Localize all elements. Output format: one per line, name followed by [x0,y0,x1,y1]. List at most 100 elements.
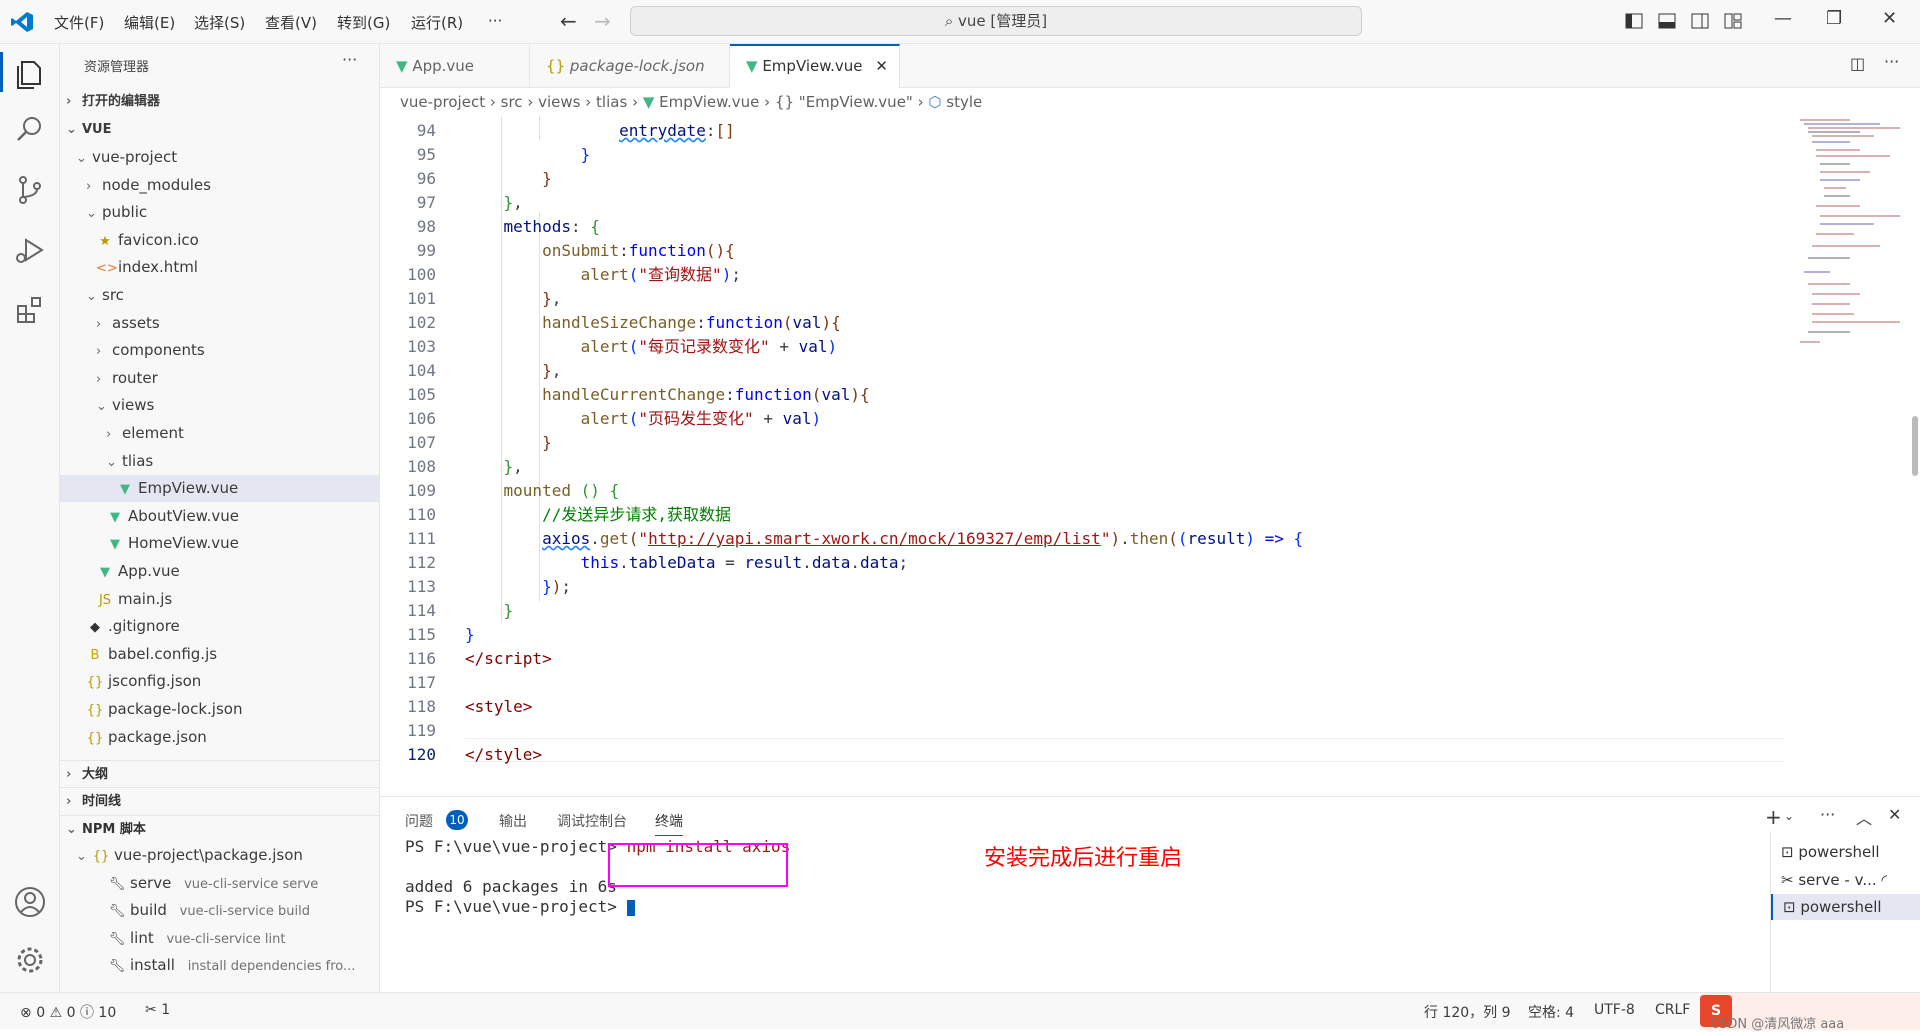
close-window-icon[interactable]: ✕ [1882,8,1897,29]
tree-item[interactable]: ▼ EmpView.vue [60,475,380,503]
menu-view[interactable]: 查看(V) [265,12,317,33]
chevron-down-icon[interactable]: ⌄ [1784,809,1794,823]
ime-toolbar: S CSDN @清风微凉 aaa [1700,993,1920,1032]
problems-status[interactable]: ⊗ 0 ⚠ 0 ⓘ 10 [20,1002,116,1022]
tree-item[interactable]: JS main.js [60,586,380,613]
tab-package-lock[interactable]: {} package-lock.json [530,44,730,88]
chevron-down-icon: ⌄ [86,289,97,304]
extensions-icon[interactable] [12,292,48,328]
tree-item[interactable]: › router [60,365,380,392]
close-tab-icon[interactable]: ✕ [875,57,888,75]
wrench-icon: 🔧︎ [108,877,126,892]
menu-file[interactable]: 文件(F) [54,12,104,33]
close-panel-icon[interactable]: ✕ [1888,805,1901,824]
toggle-secondary-sidebar-icon[interactable] [1691,13,1709,29]
crumb-component[interactable]: {} "EmpView.vue" [775,93,913,111]
tree-item[interactable]: {} package-lock.json [60,696,380,723]
menu-selection[interactable]: 选择(S) [194,12,245,33]
menu-more[interactable]: ··· [488,12,502,30]
encoding[interactable]: UTF-8 [1594,1002,1635,1018]
crumb-tlias[interactable]: tlias [596,93,627,111]
menu-run[interactable]: 运行(R) [411,12,463,33]
tree-item[interactable]: {} jsconfig.json [60,668,380,695]
run-debug-icon[interactable] [12,232,48,268]
tab-terminal[interactable]: 终端 [655,811,683,836]
tree-item[interactable]: › node_modules [60,172,380,199]
tree-item[interactable]: ▼ App.vue [60,558,380,585]
tree-item[interactable]: ⌄ vue-project [60,144,380,171]
forward-arrow-icon[interactable]: → [594,9,611,33]
menu-edit[interactable]: 编辑(E) [124,12,175,33]
vertical-scrollbar[interactable] [1912,416,1918,476]
tab-empview[interactable]: ▼ EmpView.vue ✕ [730,44,900,88]
npm-script-item[interactable]: 🔧︎ lint vue-cli-service lint [108,925,286,952]
tree-item[interactable]: ▼ AboutView.vue [60,503,380,530]
tree-item[interactable]: {} package.json [60,724,380,751]
terminal-prompt: PS F:\vue\vue-project> [405,897,627,916]
terminal-item-active[interactable]: ⊡ powershell [1771,894,1920,920]
back-arrow-icon[interactable]: ← [560,9,577,33]
code-line: }); [542,577,571,596]
accounts-icon[interactable] [12,884,48,920]
source-control-icon[interactable] [12,172,48,208]
tree-item[interactable]: ★ favicon.ico [60,227,380,254]
workspace-section[interactable]: ⌄ VUE [66,116,112,143]
crumb-style[interactable]: style [946,93,982,111]
tab-debug-console[interactable]: 调试控制台 [557,811,627,831]
tree-item[interactable]: ⌄ public [60,199,380,226]
terminal-item[interactable]: ⊡ powershell [1781,839,1920,865]
tree-item[interactable]: <>index.html [60,254,380,281]
tab-output[interactable]: 输出 [499,811,527,831]
menu-go[interactable]: 转到(G) [337,12,390,33]
maximize-panel-icon[interactable]: ︿ [1856,805,1872,829]
cursor-position[interactable]: 行 120，列 9 [1424,1002,1511,1022]
command-center-search[interactable]: ⌕ vue [管理员] [630,6,1362,36]
tree-item[interactable]: › components [60,337,380,364]
code-editor[interactable]: 94 95 96 97 98 99 100 101 102 103 104 105 106 107 108 1… [380,116,1920,796]
search-view-icon[interactable] [12,112,48,148]
npm-scripts-section[interactable]: ⌄ NPM 脚本 [60,815,380,842]
tab-app-vue[interactable]: ▼ App.vue [380,44,530,88]
manage-gear-icon[interactable] [12,942,48,978]
crumb-project[interactable]: vue-project [400,93,485,111]
tree-item[interactable]: ▼ HomeView.vue [60,530,380,557]
npm-script-item[interactable]: 🔧︎ serve vue-cli-service serve [108,870,319,897]
crumb-views[interactable]: views [538,93,580,111]
npm-script-item[interactable]: 🔧︎ build vue-cli-service build [108,897,310,924]
npm-script-item[interactable]: 🔧︎ install install dependencies fro... [108,952,356,979]
outline-section[interactable]: › 大纲 [60,760,380,787]
tree-item[interactable]: ⌄ tlias [60,448,380,475]
tree-item[interactable]: › element [60,420,380,447]
maximize-icon[interactable]: ❐ [1826,8,1842,29]
line-ending[interactable]: CRLF [1655,1002,1690,1018]
customize-layout-icon[interactable] [1724,13,1742,29]
crumb-file[interactable]: EmpView.vue [659,93,759,111]
editor-more-icon[interactable]: ··· [1884,52,1899,71]
chevron-right-icon: › [66,767,72,782]
explorer-icon[interactable] [12,56,48,92]
tab-problems[interactable]: 问题 [405,811,433,831]
ports-status[interactable]: ✂ 1 [145,1002,170,1018]
toggle-primary-sidebar-icon[interactable] [1625,13,1643,29]
terminal-item[interactable]: ✂ serve - v... ◜ [1781,867,1920,893]
more-actions-icon[interactable]: ··· [342,50,357,69]
crumb-src[interactable]: src [501,93,523,111]
annotation-text: 安装完成后进行重启 [984,846,1183,871]
npm-package-item[interactable]: ⌄{} vue-project\package.json [76,842,303,869]
open-editors-section[interactable]: › 打开的编辑器 [66,88,160,115]
tree-item[interactable]: ⌄ src [60,282,380,309]
tree-item[interactable]: ⌄ views [60,392,380,419]
vscode-logo-icon [11,12,33,32]
tree-item[interactable]: Bbabel.config.js [60,641,380,668]
tree-item[interactable]: › assets [60,310,380,337]
wrench-icon: 🔧︎ [108,904,126,920]
minimap[interactable] [1790,116,1908,356]
indentation[interactable]: 空格: 4 [1528,1002,1574,1022]
new-terminal-icon[interactable]: + [1765,805,1782,829]
toggle-panel-icon[interactable] [1658,13,1676,29]
timeline-section[interactable]: › 时间线 [60,787,380,814]
minimize-icon[interactable]: — [1774,8,1792,29]
split-editor-icon[interactable]: ◫ [1850,54,1865,73]
panel-more-icon[interactable]: ··· [1820,805,1835,824]
tree-item[interactable]: ◆ .gitignore [60,613,380,640]
